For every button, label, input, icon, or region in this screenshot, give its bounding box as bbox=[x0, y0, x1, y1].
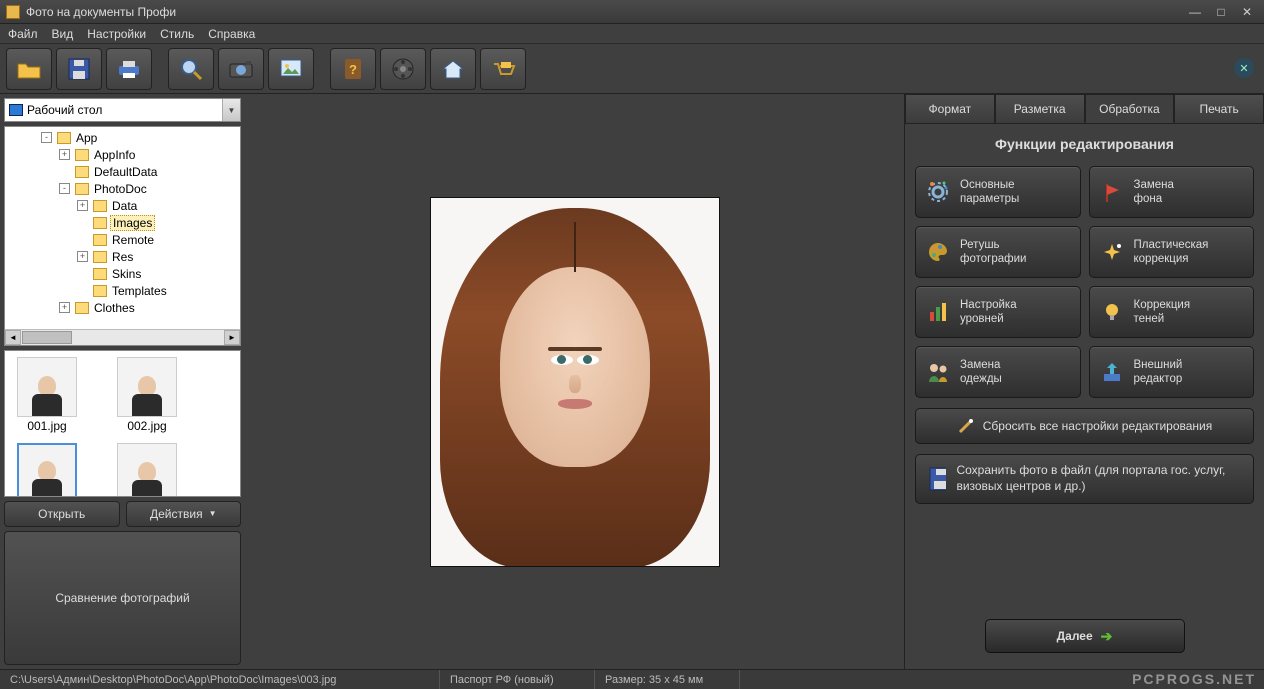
toolbar: ? ✕ bbox=[0, 44, 1264, 94]
tool-camera[interactable] bbox=[218, 48, 264, 90]
tree-scrollbar[interactable]: ◄► bbox=[5, 329, 240, 345]
export-icon bbox=[1098, 358, 1126, 386]
tree-node[interactable]: -App bbox=[7, 129, 238, 146]
tree-node[interactable]: -PhotoDoc bbox=[7, 180, 238, 197]
tree-node[interactable]: +Res bbox=[7, 248, 238, 265]
tree-node[interactable]: +Data bbox=[7, 197, 238, 214]
floppy-icon bbox=[928, 466, 946, 492]
tree-node[interactable]: Images bbox=[7, 214, 238, 231]
maximize-button[interactable]: □ bbox=[1210, 4, 1232, 20]
tool-home[interactable] bbox=[430, 48, 476, 90]
titlebar: Фото на документы Профи — □ ✕ bbox=[0, 0, 1264, 24]
location-combo[interactable]: Рабочий стол ▼ bbox=[4, 98, 241, 122]
tree-node[interactable]: Templates bbox=[7, 282, 238, 299]
edit-export-button[interactable]: Внешнийредактор bbox=[1089, 346, 1255, 398]
location-label: Рабочий стол bbox=[27, 103, 102, 117]
tree-node[interactable]: +Clothes bbox=[7, 299, 238, 316]
edit-flag-button[interactable]: Заменафона bbox=[1089, 166, 1255, 218]
compare-button[interactable]: Сравнение фотографий bbox=[4, 531, 241, 666]
menu-view[interactable]: Вид bbox=[52, 27, 74, 41]
tool-save[interactable] bbox=[56, 48, 102, 90]
thumbnail-item[interactable]: 002.jpg bbox=[111, 357, 183, 433]
menubar: Файл Вид Настройки Стиль Справка bbox=[0, 24, 1264, 44]
actions-button[interactable]: Действия▼ bbox=[126, 501, 242, 527]
chevron-down-icon: ▼ bbox=[222, 99, 240, 121]
tree-node[interactable]: DefaultData bbox=[7, 163, 238, 180]
tool-help[interactable]: ? bbox=[330, 48, 376, 90]
status-path: C:\Users\Админ\Desktop\PhotoDoc\App\Phot… bbox=[0, 670, 440, 689]
tool-print[interactable] bbox=[106, 48, 152, 90]
thumbnail-item[interactable]: 003.jpg bbox=[11, 443, 83, 497]
sparkle-icon bbox=[1098, 238, 1126, 266]
folder-tree[interactable]: -App+AppInfoDefaultData-PhotoDoc+DataIma… bbox=[4, 126, 241, 346]
tab-3[interactable]: Печать bbox=[1174, 94, 1264, 123]
minimize-button[interactable]: — bbox=[1184, 4, 1206, 20]
close-button[interactable]: ✕ bbox=[1236, 4, 1258, 20]
menu-file[interactable]: Файл bbox=[8, 27, 38, 41]
gear-icon bbox=[924, 178, 952, 206]
menu-settings[interactable]: Настройки bbox=[87, 27, 146, 41]
menu-style[interactable]: Стиль bbox=[160, 27, 194, 41]
tool-open[interactable] bbox=[6, 48, 52, 90]
tree-node[interactable]: Skins bbox=[7, 265, 238, 282]
bulb-icon bbox=[1098, 298, 1126, 326]
panel-title: Функции редактирования bbox=[915, 136, 1254, 152]
edit-bars-button[interactable]: Настройкауровней bbox=[915, 286, 1081, 338]
svg-text:?: ? bbox=[349, 62, 357, 77]
statusbar: C:\Users\Админ\Desktop\PhotoDoc\App\Phot… bbox=[0, 669, 1264, 689]
thumbnail-grid: 001.jpg 002.jpg 003.jpg 6.jpg bbox=[4, 350, 241, 497]
tool-zoom[interactable] bbox=[168, 48, 214, 90]
save-file-button[interactable]: Сохранить фото в файл (для портала гос. … bbox=[915, 454, 1254, 504]
tree-node[interactable]: Remote bbox=[7, 231, 238, 248]
tool-image[interactable] bbox=[268, 48, 314, 90]
open-button[interactable]: Открыть bbox=[4, 501, 120, 527]
app-icon bbox=[6, 5, 20, 19]
menu-help[interactable]: Справка bbox=[208, 27, 255, 41]
wand-icon bbox=[957, 417, 975, 435]
tool-video[interactable] bbox=[380, 48, 426, 90]
watermark: PCPROGS.NET bbox=[1132, 671, 1256, 687]
palette-icon bbox=[924, 238, 952, 266]
edit-button-grid: ОсновныепараметрыЗаменафонаРетушьфотогра… bbox=[915, 166, 1254, 398]
right-panel: ФорматРазметкаОбработкаПечать Функции ре… bbox=[904, 94, 1264, 669]
people-icon bbox=[924, 358, 952, 386]
preview-area bbox=[245, 94, 904, 669]
edit-gear-button[interactable]: Основныепараметры bbox=[915, 166, 1081, 218]
status-size: Размер: 35 x 45 мм bbox=[595, 670, 740, 689]
tab-2[interactable]: Обработка bbox=[1085, 94, 1175, 123]
edit-sparkle-button[interactable]: Пластическаякоррекция bbox=[1089, 226, 1255, 278]
toolbar-close-icon[interactable]: ✕ bbox=[1234, 58, 1254, 78]
tool-cart[interactable] bbox=[480, 48, 526, 90]
monitor-icon bbox=[9, 104, 23, 116]
tab-0[interactable]: Формат bbox=[905, 94, 995, 123]
reset-button[interactable]: Сбросить все настройки редактирования bbox=[915, 408, 1254, 444]
edit-bulb-button[interactable]: Коррекциятеней bbox=[1089, 286, 1255, 338]
tab-1[interactable]: Разметка bbox=[995, 94, 1085, 123]
next-button[interactable]: Далее ➔ bbox=[985, 619, 1185, 653]
thumbnail-item[interactable]: 001.jpg bbox=[11, 357, 83, 433]
edit-palette-button[interactable]: Ретушьфотографии bbox=[915, 226, 1081, 278]
status-format: Паспорт РФ (новый) bbox=[440, 670, 595, 689]
photo-preview bbox=[430, 197, 720, 567]
flag-icon bbox=[1098, 178, 1126, 206]
window-title: Фото на документы Профи bbox=[26, 5, 1180, 19]
arrow-right-icon: ➔ bbox=[1101, 628, 1113, 645]
tab-bar: ФорматРазметкаОбработкаПечать bbox=[905, 94, 1264, 124]
thumbnail-item[interactable]: 6.jpg bbox=[111, 443, 183, 497]
bars-icon bbox=[924, 298, 952, 326]
tree-node[interactable]: +AppInfo bbox=[7, 146, 238, 163]
edit-people-button[interactable]: Заменаодежды bbox=[915, 346, 1081, 398]
left-panel: Рабочий стол ▼ -App+AppInfoDefaultData-P… bbox=[0, 94, 245, 669]
